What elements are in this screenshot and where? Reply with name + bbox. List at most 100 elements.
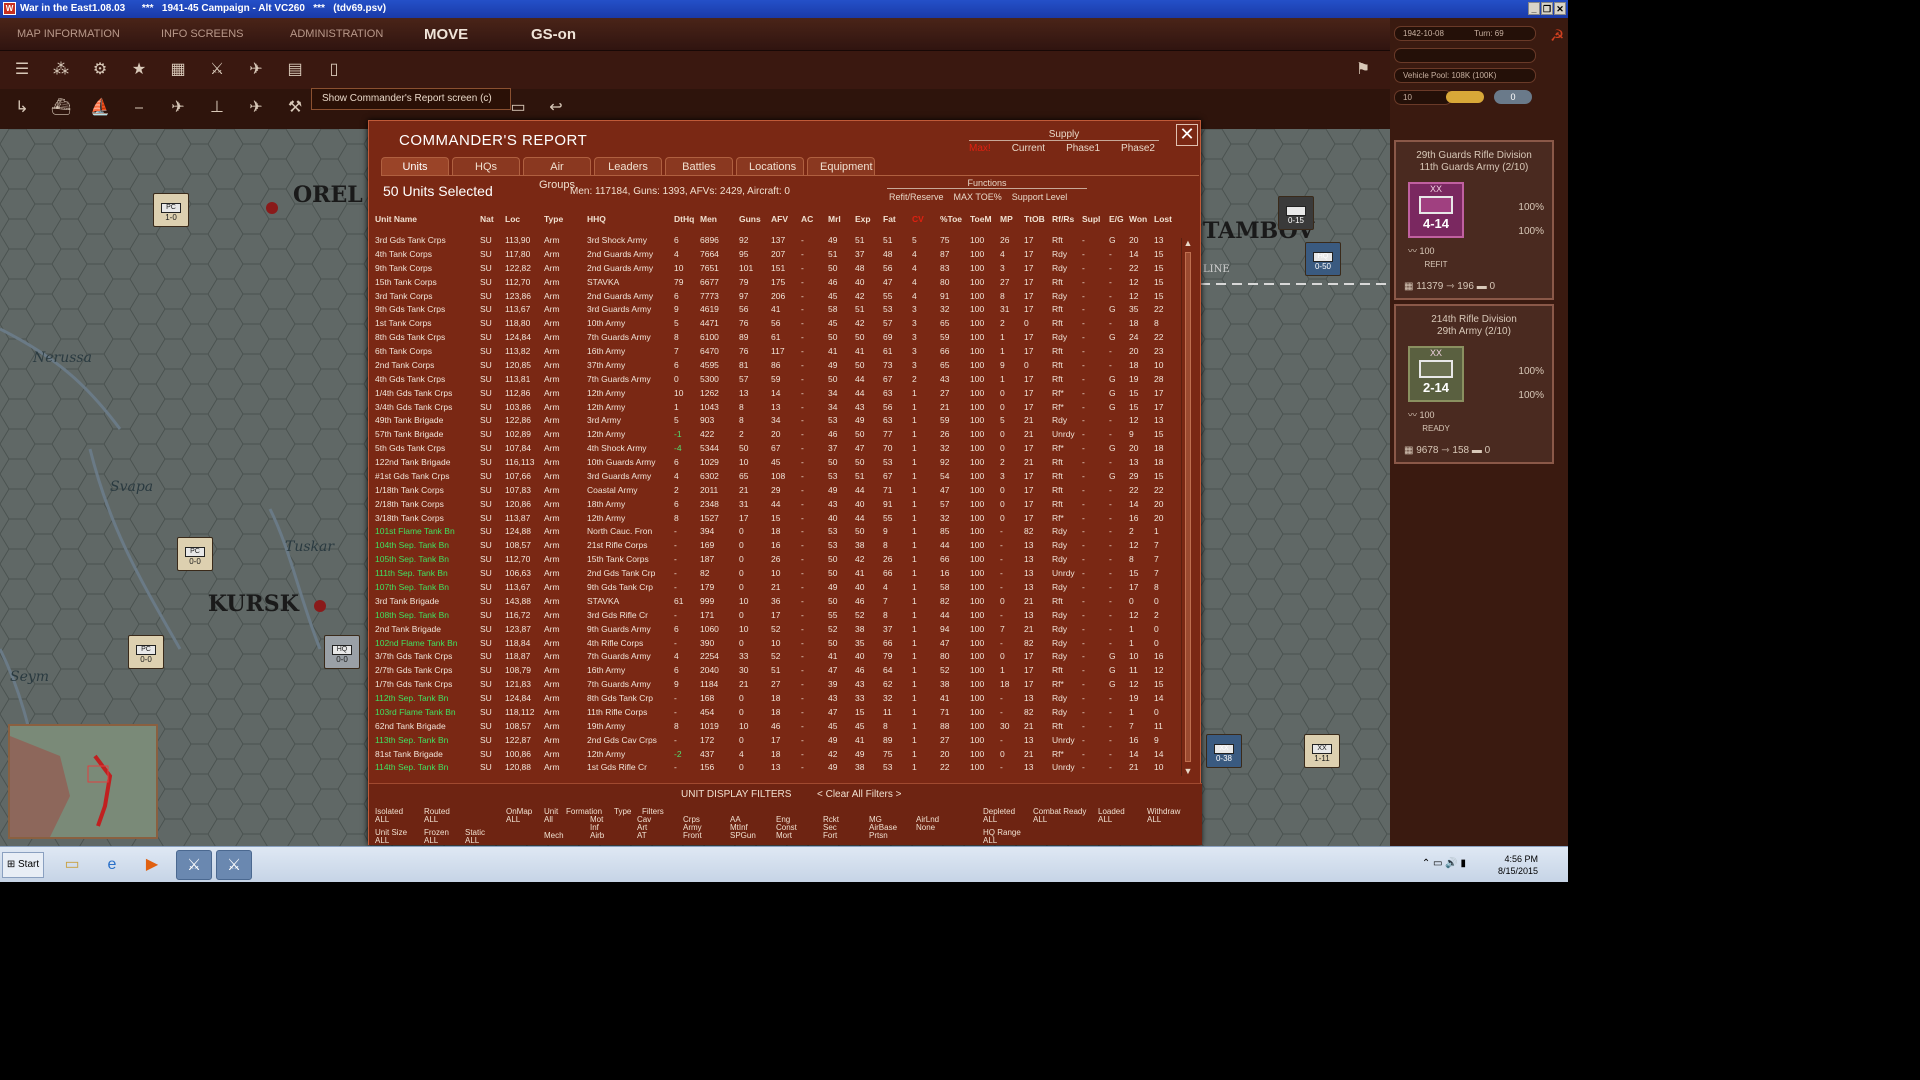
column-header[interactable]: Exp [855,214,871,224]
column-header[interactable]: AFV [771,214,788,224]
filter-unit-size[interactable]: Unit Size ALL [375,829,407,845]
map-counter[interactable]: HQ 0-0 [324,635,360,669]
start-button[interactable]: ⊞ Start [2,852,44,878]
restore-button[interactable]: ❐ [1541,2,1553,15]
scroll-down-icon[interactable]: ▼ [1182,766,1194,776]
filter-onmap[interactable]: OnMap ALL [506,808,532,824]
column-header[interactable]: Supl [1082,214,1100,224]
column-header[interactable]: Men [700,214,717,224]
menu-administration[interactable]: ADMINISTRATION [290,18,383,51]
filter-airb[interactable]: Airb [590,832,604,840]
map-counter[interactable]: 0-15 [1278,196,1314,230]
table-row[interactable]: 3rd Gds Tank Crps SU 113,90 Arm 3rd Shock Ar… [369,234,1181,248]
menu-list-icon[interactable]: ☰ [9,57,35,83]
table-row[interactable]: 104th Sep. Tank Bn SU 108,57 Arm 21st Rifle … [369,539,1181,553]
filter-static[interactable]: Static ALL [465,829,485,845]
table-row[interactable]: 3rd Tank Brigade SU 143,88 Arm STAVKA 61 999 10… [369,595,1181,609]
column-header[interactable]: HHQ [587,214,606,224]
tab-hqs[interactable]: HQs [452,157,520,176]
map-counter[interactable]: PC 1-0 [153,193,189,227]
table-row[interactable]: 3rd Tank Corps SU 123,86 Arm 2nd Guards Army… [369,290,1181,304]
column-header[interactable]: Guns [739,214,761,224]
table-row[interactable]: 101st Flame Tank Bn SU 124,88 Arm North Cauc… [369,525,1181,539]
aircraft-icon[interactable]: ✈ [243,57,269,83]
column-header[interactable]: Nat [480,214,494,224]
column-header[interactable]: Lost [1154,214,1172,224]
filter-unit[interactable]: Unit All [544,808,558,824]
flag-icon[interactable]: ⚑ [1350,57,1376,83]
airbase-icon[interactable]: ⊥ [204,95,230,121]
table-row[interactable]: 62nd Tank Brigade SU 108,57 Arm 19th Army 8 10… [369,720,1181,734]
table-row[interactable]: 105th Sep. Tank Bn SU 112,70 Arm 15th Tank C… [369,553,1181,567]
map-counter[interactable]: HQ 0-50 [1305,242,1341,276]
map-counter[interactable]: XX 0-38 [1206,734,1242,768]
game-app-icon[interactable]: ⚔ [216,850,252,880]
map-counter[interactable]: PC 0-0 [128,635,164,669]
table-row[interactable]: 6th Tank Corps SU 113,82 Arm 16th Army 7 6470 7… [369,345,1181,359]
table-row[interactable]: 114th Sep. Tank Bn SU 120,88 Arm 1st Gds Rif… [369,761,1181,775]
filter-at[interactable]: AT [637,832,647,840]
table-row[interactable]: 107th Sep. Tank Bn SU 113,67 Arm 9th Gds Tan… [369,581,1181,595]
refit-reserve-button[interactable]: Refit/Reserve [889,192,944,202]
browser-icon[interactable]: e [94,850,130,880]
scroll-up-icon[interactable]: ▲ [1182,238,1194,248]
naval-icon[interactable]: ⛵ [87,95,113,121]
filter-spgun[interactable]: SPGun [730,832,756,840]
table-row[interactable]: 49th Tank Brigade SU 122,86 Arm 3rd Army 5 903… [369,414,1181,428]
column-header[interactable]: Mrl [828,214,841,224]
max-toe-button[interactable]: MAX TOE% [954,192,1002,202]
table-row[interactable]: 8th Gds Tank Crps SU 124,84 Arm 7th Guards A… [369,331,1181,345]
paradrop-icon[interactable]: ⚒ [282,95,308,121]
close-report-button[interactable]: ✕ [1176,124,1198,146]
scroll-thumb[interactable] [1185,252,1191,762]
supply-option-max[interactable]: Max! [969,143,991,154]
table-row[interactable]: 2nd Tank Corps SU 120,85 Arm 37th Army 6 4595 8… [369,359,1181,373]
gear-icon[interactable]: ⚙ [87,57,113,83]
clipboard-icon[interactable]: ▯ [321,57,347,83]
table-row[interactable]: 9th Tank Corps SU 122,82 Arm 2nd Guards Army… [369,262,1181,276]
table-row[interactable]: 102nd Flame Tank Bn SU 118,84 Arm 4th Rifle … [369,637,1181,651]
supply-option-current[interactable]: Current [1012,143,1045,154]
undo-icon[interactable]: ↩ [543,95,569,121]
table-row[interactable]: 122nd Tank Brigade SU 116,113 Arm 10th Guard… [369,456,1181,470]
table-row[interactable]: 2/18th Tank Corps SU 120,86 Arm 18th Army 6 23… [369,498,1181,512]
table-row[interactable]: 113th Sep. Tank Bn SU 122,87 Arm 2nd Gds Cav… [369,734,1181,748]
map-counter[interactable]: PC 0-0 [177,537,213,571]
minimap[interactable] [8,724,158,839]
table-row[interactable]: 4th Gds Tank Crps SU 113,81 Arm 7th Guards A… [369,373,1181,387]
filter-mech[interactable]: Mech [544,832,564,840]
menu-map-information[interactable]: MAP INFORMATION [17,18,120,51]
support-level-button[interactable]: Support Level [1012,192,1068,202]
column-header[interactable]: Won [1129,214,1147,224]
media-player-icon[interactable]: ▶ [134,850,170,880]
filter-loaded[interactable]: Loaded ALL [1098,808,1125,824]
minimize-button[interactable]: _ [1528,2,1540,15]
column-header[interactable]: Fat [883,214,896,224]
air-mission-icon[interactable]: ✈ [165,95,191,121]
table-row[interactable]: 1/18th Tank Corps SU 107,83 Arm Coastal Army… [369,484,1181,498]
table-row[interactable]: 9th Gds Tank Crps SU 113,67 Arm 3rd Guards A… [369,303,1181,317]
unit-card[interactable]: 214th Rifle Division 29th Army (2/10) XX… [1394,304,1554,464]
folder-icon[interactable]: ▭ [54,850,90,880]
column-header[interactable]: MP [1000,214,1013,224]
bomb-icon[interactable]: ✈ [243,95,269,121]
table-row[interactable]: 111th Sep. Tank Bn SU 106,63 Arm 2nd Gds Tan… [369,567,1181,581]
game-app-icon[interactable]: ⚔ [176,850,212,880]
column-header[interactable]: Loc [505,214,520,224]
table-row[interactable]: 1/7th Gds Tank Crps SU 121,83 Arm 7th Guards… [369,678,1181,692]
filter-isolated[interactable]: Isolated ALL [375,808,403,824]
ship-icon[interactable]: ⛴ [48,95,74,121]
clear-filters-button[interactable]: < Clear All Filters > [817,789,901,800]
column-header[interactable]: Rf/Rs [1052,214,1074,224]
table-row[interactable]: 57th Tank Brigade SU 102,89 Arm 12th Army -1 4… [369,428,1181,442]
filter-fort[interactable]: Fort [823,832,837,840]
column-header[interactable]: E/G [1109,214,1124,224]
filter-hq-range[interactable]: HQ Range ALL [983,829,1021,845]
column-header[interactable]: Unit Name [375,214,417,224]
tab-air-groups[interactable]: Air Groups [523,157,591,191]
units-icon[interactable]: ⁂ [48,57,74,83]
tab-units[interactable]: Units [381,157,449,176]
table-row[interactable]: 3/18th Tank Corps SU 113,87 Arm 12th Army 8 15… [369,512,1181,526]
tab-locations[interactable]: Locations [736,157,804,176]
unit-card[interactable]: 29th Guards Rifle Division 11th Guards A… [1394,140,1554,300]
